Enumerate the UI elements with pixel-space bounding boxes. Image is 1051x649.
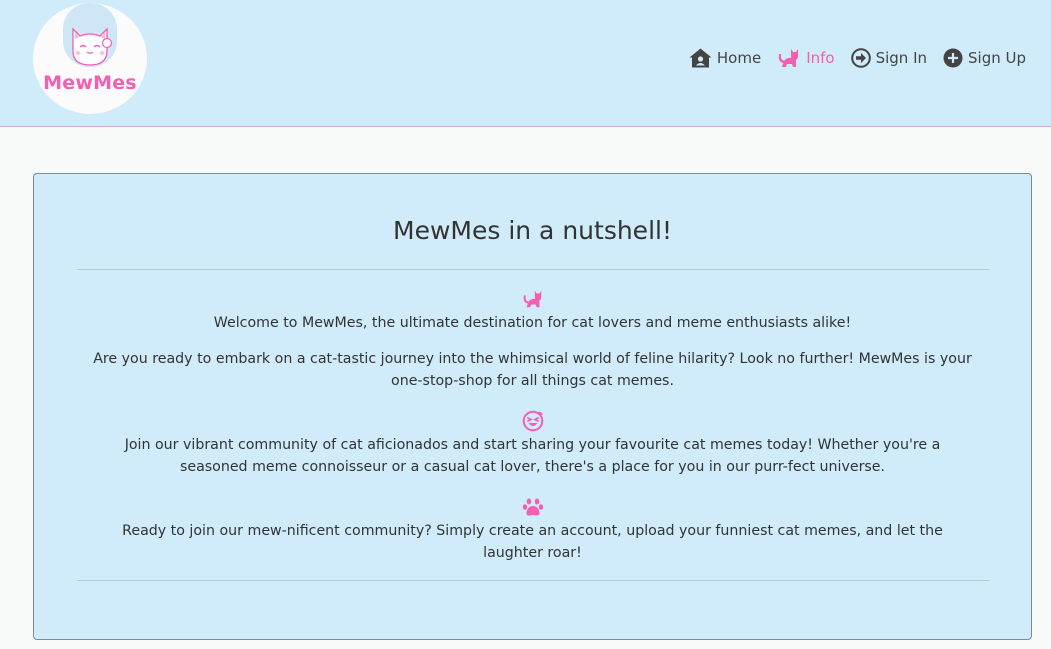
divider	[77, 580, 989, 581]
info-section-join: Ready to join our mew-nificent community…	[34, 496, 1031, 564]
nav-sign-in-label: Sign In	[875, 49, 927, 67]
laugh-icon	[522, 410, 543, 432]
house-user-icon	[689, 48, 712, 68]
info-paragraph: Join our vibrant community of cat aficio…	[124, 437, 941, 475]
cat-logo-icon	[63, 3, 117, 67]
nav-sign-in[interactable]: Sign In	[850, 48, 927, 68]
info-paragraph: Are you ready to embark on a cat-tastic …	[93, 351, 972, 389]
paw-icon	[522, 498, 543, 516]
info-section-welcome: Welcome to MewMes, the ultimate destinat…	[34, 288, 1031, 392]
circle-arrow-right-icon	[850, 48, 871, 68]
divider	[77, 269, 989, 270]
nav-info[interactable]: Info	[777, 46, 835, 70]
info-paragraph: Welcome to MewMes, the ultimate destinat…	[213, 315, 852, 331]
nav-home-label: Home	[716, 49, 762, 67]
nav-sign-up-label: Sign Up	[968, 49, 1026, 67]
logo[interactable]: MewMes	[33, 3, 147, 114]
info-card: MewMes in a nutshell! Welcome to MewMes,…	[33, 173, 1032, 640]
circle-plus-icon	[943, 48, 963, 68]
nav-home[interactable]: Home	[689, 48, 761, 68]
info-paragraph: Ready to join our mew-nificent community…	[122, 523, 943, 561]
nav-sign-up[interactable]: Sign Up	[943, 48, 1026, 68]
info-title: MewMes in a nutshell!	[393, 216, 672, 245]
nav-links: Home Info Sign In Sign Up	[689, 46, 1026, 70]
logo-text: MewMes	[43, 72, 137, 94]
cat-icon	[778, 49, 799, 67]
navbar: MewMes Home Info Sign In Sign Up	[0, 0, 1051, 127]
nav-info-label: Info	[806, 49, 835, 67]
cat-icon	[523, 290, 541, 308]
info-section-community: Join our vibrant community of cat aficio…	[34, 410, 1031, 478]
